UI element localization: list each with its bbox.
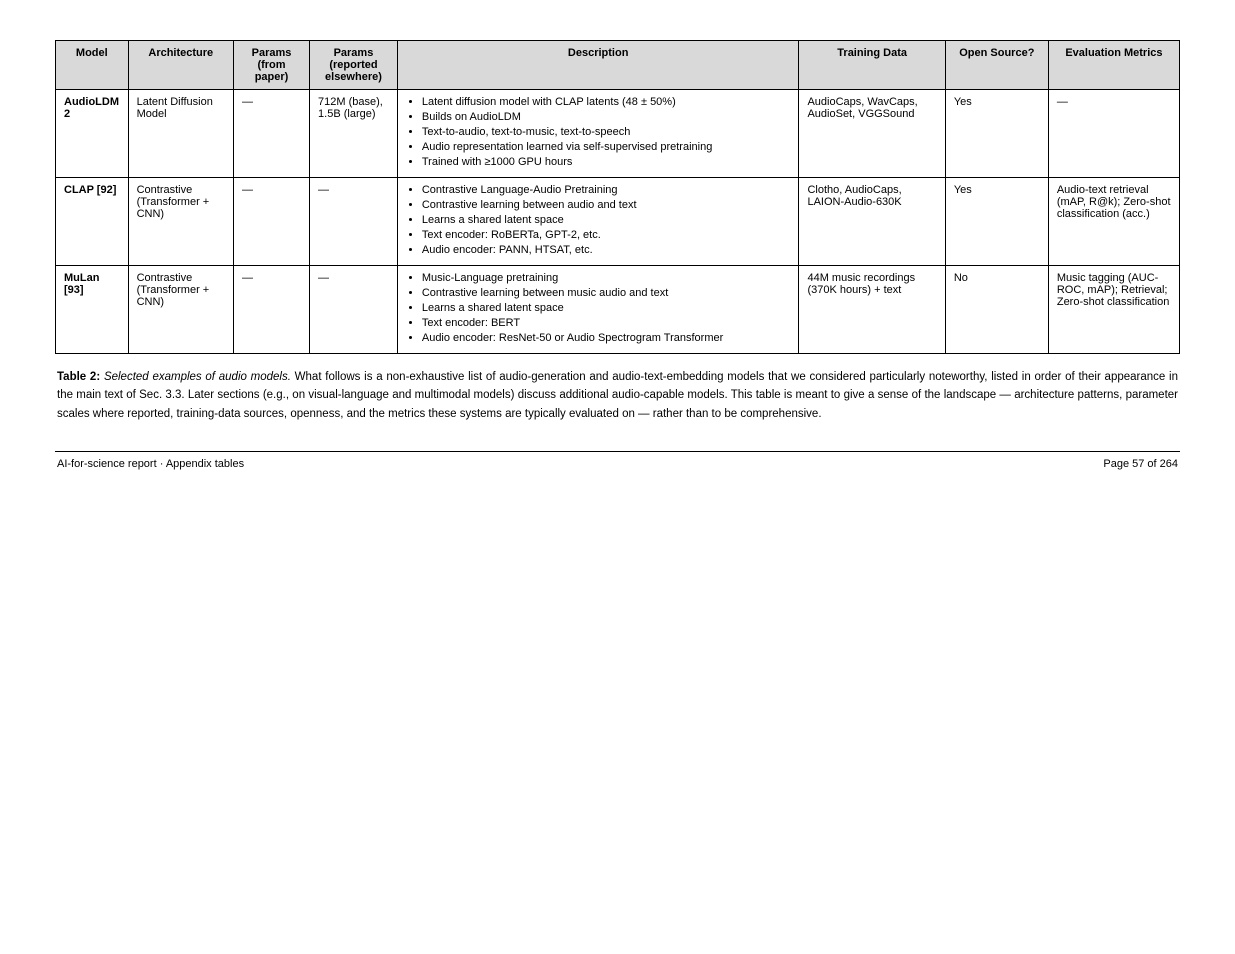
table-row: AudioLDM 2Latent Diffusion Model—712M (b… [56, 90, 1180, 178]
description-item: Trained with ≥1000 GPU hours [422, 156, 791, 168]
description-item: Text-to-audio, text-to-music, text-to-sp… [422, 126, 791, 138]
table-cell: — [1048, 90, 1179, 178]
description-list: Contrastive Language-Audio Pretraining Co… [406, 184, 791, 256]
description-item: Learns a shared latent space [422, 214, 791, 226]
table-cell: MuLan [93] [56, 266, 129, 354]
caption-italic: Selected examples of audio models. [104, 371, 291, 383]
col-training: Training Data [799, 41, 945, 90]
table-cell: CLAP [92] [56, 178, 129, 266]
description-item: Text encoder: RoBERTa, GPT-2, etc. [422, 229, 791, 241]
col-params-paper: Params (from paper) [233, 41, 309, 90]
table-cell: Contrastive (Transformer + CNN) [128, 178, 233, 266]
page-footer: AI-for-science report · Appendix tables … [55, 458, 1180, 490]
models-table: Model Architecture Params (from paper) P… [55, 40, 1180, 354]
footer-rule [55, 451, 1180, 452]
col-params-other: Params (reported elsewhere) [310, 41, 398, 90]
footer-left: AI-for-science report · Appendix tables [57, 458, 244, 470]
table-cell: Audio-text retrieval (mAP, R@k); Zero-sh… [1048, 178, 1179, 266]
description-item: Audio encoder: ResNet-50 or Audio Spectr… [422, 332, 791, 344]
col-architecture: Architecture [128, 41, 233, 90]
table-cell: Clotho, AudioCaps, LAION-Audio-630K [799, 178, 945, 266]
table-row: MuLan [93]Contrastive (Transformer + CNN… [56, 266, 1180, 354]
description-item: Builds on AudioLDM [422, 111, 791, 123]
table-cell: Contrastive (Transformer + CNN) [128, 266, 233, 354]
description-item: Contrastive Language-Audio Pretraining [422, 184, 791, 196]
description-item: Audio encoder: PANN, HTSAT, etc. [422, 244, 791, 256]
table-cell: — [233, 178, 309, 266]
table-cell: 44M music recordings (370K hours) + text [799, 266, 945, 354]
col-description: Description [397, 41, 799, 90]
table-cell: — [233, 266, 309, 354]
description-item: Text encoder: BERT [422, 317, 791, 329]
table-cell: — [233, 90, 309, 178]
table-cell: Music-Language pretraining Contrastive le… [397, 266, 799, 354]
table-cell: — [310, 178, 398, 266]
table-cell: Latent Diffusion Model [128, 90, 233, 178]
col-opensource: Open Source? [945, 41, 1048, 90]
footer-right: Page 57 of 264 [1103, 458, 1178, 470]
description-list: Music-Language pretraining Contrastive le… [406, 272, 791, 344]
table-cell: No [945, 266, 1048, 354]
table-caption: Table 2: Selected examples of audio mode… [55, 368, 1180, 423]
table-cell: 712M (base), 1.5B (large) [310, 90, 398, 178]
table-header-row: Model Architecture Params (from paper) P… [56, 41, 1180, 90]
col-evaluation: Evaluation Metrics [1048, 41, 1179, 90]
description-item: Music-Language pretraining [422, 272, 791, 284]
table-cell: Music tagging (AUC-ROC, mAP); Retrieval;… [1048, 266, 1179, 354]
description-item: Learns a shared latent space [422, 302, 791, 314]
description-item: Audio representation learned via self-su… [422, 141, 791, 153]
table-cell: AudioCaps, WavCaps, AudioSet, VGGSound [799, 90, 945, 178]
table-cell: Yes [945, 90, 1048, 178]
table-cell: Latent diffusion model with CLAP latents… [397, 90, 799, 178]
description-item: Contrastive learning between music audio… [422, 287, 791, 299]
description-item: Latent diffusion model with CLAP latents… [422, 96, 791, 108]
table-cell: — [310, 266, 398, 354]
description-item: Contrastive learning between audio and t… [422, 199, 791, 211]
table-cell: Contrastive Language-Audio Pretraining Co… [397, 178, 799, 266]
caption-label: Table 2: [57, 371, 100, 383]
table-cell: AudioLDM 2 [56, 90, 129, 178]
table-row: CLAP [92]Contrastive (Transformer + CNN)… [56, 178, 1180, 266]
table-cell: Yes [945, 178, 1048, 266]
description-list: Latent diffusion model with CLAP latents… [406, 96, 791, 168]
col-model: Model [56, 41, 129, 90]
